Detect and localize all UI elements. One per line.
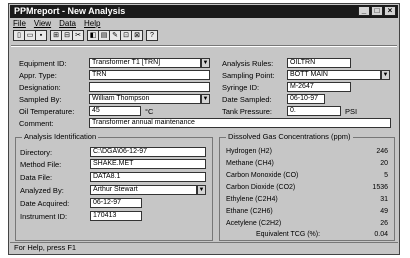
data-file-field[interactable]: DATA8.1 xyxy=(90,172,206,182)
dissolved-gas-title: Dissolved Gas Concentrations (ppm) xyxy=(226,132,353,142)
instrument-id-field[interactable]: 170413 xyxy=(90,211,142,221)
gas-row-ethane: Ethane (C2H6) 49 xyxy=(226,207,388,217)
cut-icon[interactable]: ✂ xyxy=(72,30,84,41)
main-window: PPMreport - New Analysis _ □ × File View… xyxy=(8,3,400,255)
designation-field[interactable] xyxy=(89,82,210,92)
grid-icon[interactable]: ⊠ xyxy=(131,30,143,41)
date-acquired-label: Date Acquired: xyxy=(20,199,70,208)
gas-name: Methane (CH4) xyxy=(226,160,274,167)
gas-name: Carbon Monoxide (CO) xyxy=(226,172,299,179)
analysis-rules-label: Analysis Rules: xyxy=(222,59,274,68)
dissolved-gas-group: Dissolved Gas Concentrations (ppm) Hydro… xyxy=(219,132,395,241)
menu-help[interactable]: Help xyxy=(84,19,100,29)
oil-temperature-field[interactable]: 45 xyxy=(89,106,141,116)
gas-row-ethylene: Ethylene (C2H4) 31 xyxy=(226,195,388,205)
comment-field[interactable]: Transformer annual maintenance xyxy=(89,118,391,128)
close-button[interactable]: × xyxy=(384,6,396,16)
tank-pressure-unit: PSI xyxy=(345,107,358,116)
gas-name: Carbon Dioxide (CO2) xyxy=(226,184,296,191)
analyzed-by-dropdown-icon[interactable]: ▼ xyxy=(197,185,206,195)
equipment-id-dropdown-icon[interactable]: ▼ xyxy=(201,58,210,68)
gas-row-hydrogen: Hydrogen (H2) 246 xyxy=(226,147,388,157)
equipment-id-field[interactable]: Transformer T1 [TRN] xyxy=(89,58,201,68)
appr-type-label: Appr. Type: xyxy=(19,71,57,80)
sampling-point-dropdown-icon[interactable]: ▼ xyxy=(381,70,390,80)
menu-bar: File View Data Help xyxy=(13,19,100,29)
analyzed-by-label: Analyzed By: xyxy=(20,186,64,195)
menu-file[interactable]: File xyxy=(13,19,26,29)
gas-value: 26 xyxy=(380,220,388,227)
oil-temperature-unit: °C xyxy=(145,107,154,116)
save-icon[interactable]: ▪ xyxy=(35,30,47,41)
comment-label: Comment: xyxy=(19,119,54,128)
equivalent-tcg-row: Equivalent TCG (%): 0.04 xyxy=(226,230,388,240)
analysis-identification-title: Analysis Identification xyxy=(22,132,99,142)
instrument-id-label: Instrument ID: xyxy=(20,212,68,221)
maximize-button[interactable]: □ xyxy=(371,6,383,16)
directory-field[interactable]: C:\DGA\06-12-97 xyxy=(90,147,206,157)
sampled-by-label: Sampled By: xyxy=(19,95,62,104)
menu-data[interactable]: Data xyxy=(59,19,76,29)
sampling-point-label: Sampling Point: xyxy=(222,71,275,80)
analysis-identification-group: Analysis Identification Directory: C:\DG… xyxy=(15,132,213,241)
data-file-label: Data File: xyxy=(20,173,53,182)
status-bar: For Help, press F1 xyxy=(10,242,398,253)
sampling-point-field[interactable]: BOTT MAIN xyxy=(287,70,381,80)
gas-row-carbon-monoxide: Carbon Monoxide (CO) 5 xyxy=(226,171,388,181)
gas-value: 246 xyxy=(376,148,388,155)
designation-label: Designation: xyxy=(19,83,61,92)
sampled-by-dropdown-icon[interactable]: ▼ xyxy=(201,94,210,104)
gas-value: 20 xyxy=(380,160,388,167)
gas-name: Hydrogen (H2) xyxy=(226,148,272,155)
syringe-id-field[interactable]: M-2647 xyxy=(287,82,351,92)
gas-row-methane: Methane (CH4) 20 xyxy=(226,159,388,169)
gas-name: Ethylene (C2H4) xyxy=(226,196,278,203)
tank-pressure-field[interactable]: 0. xyxy=(287,106,341,116)
analysis-rules-field[interactable]: OILTRN xyxy=(287,58,351,68)
gas-name: Acetylene (C2H2) xyxy=(226,220,282,227)
title-bar: PPMreport - New Analysis _ □ × xyxy=(10,5,398,18)
gas-row-acetylene: Acetylene (C2H2) 26 xyxy=(226,219,388,229)
toolbar-divider xyxy=(11,45,397,47)
window-title: PPMreport - New Analysis xyxy=(14,6,126,16)
help-icon[interactable]: ? xyxy=(146,30,158,41)
directory-label: Directory: xyxy=(20,148,53,157)
gas-value: 5 xyxy=(384,172,388,179)
equivalent-tcg-value: 0.04 xyxy=(374,231,388,238)
method-file-label: Method File: xyxy=(20,160,62,169)
analyzed-by-field[interactable]: Arthur Stewart xyxy=(90,185,197,195)
menu-view[interactable]: View xyxy=(34,19,51,29)
date-acquired-field[interactable]: 06-12-97 xyxy=(90,198,142,208)
gas-value: 1536 xyxy=(372,184,388,191)
sampled-by-field[interactable]: William Thompson xyxy=(89,94,201,104)
equivalent-tcg-label: Equivalent TCG (%): xyxy=(256,231,321,238)
gas-row-carbon-dioxide: Carbon Dioxide (CO2) 1536 xyxy=(226,183,388,193)
date-sampled-label: Date Sampled: xyxy=(222,95,272,104)
gas-value: 49 xyxy=(380,208,388,215)
toolbar: ▯ ▭ ▪ ⊞ ⊟ ✂ ◧ ▤ ✎ ⊡ ⊠ ? xyxy=(13,30,161,42)
gas-value: 31 xyxy=(380,196,388,203)
minimize-button[interactable]: _ xyxy=(358,6,370,16)
oil-temperature-label: Oil Temperature: xyxy=(19,107,75,116)
syringe-id-label: Syringe ID: xyxy=(222,83,260,92)
tank-pressure-label: Tank Pressure: xyxy=(222,107,273,116)
gas-name: Ethane (C2H6) xyxy=(226,208,273,215)
appr-type-field[interactable]: TRN xyxy=(89,70,210,80)
date-sampled-field[interactable]: 06-10-97 xyxy=(287,94,325,104)
equipment-id-label: Equipment ID: xyxy=(19,59,67,68)
method-file-field[interactable]: SHAKE.MET xyxy=(90,159,206,169)
